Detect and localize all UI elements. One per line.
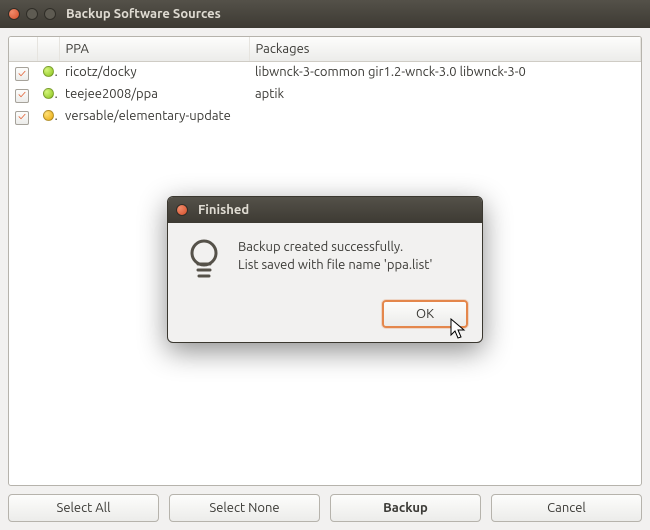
table-row[interactable]: ricotz/docky libwnck-3-common gir1.2-wnc… [9,61,641,83]
col-header-check[interactable] [9,37,37,61]
cell-ppa: versable/elementary-update [59,105,249,127]
window-title: Backup Software Sources [66,7,221,21]
backup-button[interactable]: Backup [330,494,481,522]
dialog-title: Finished [198,203,249,217]
cell-ppa: ricotz/docky [59,61,249,83]
main-titlebar: Backup Software Sources [0,0,650,28]
window-minimize-icon[interactable] [26,8,38,20]
finished-dialog: Finished Backup created successfully. Li… [167,196,483,343]
table-row[interactable]: teejee2008/ppa aptik [9,83,641,105]
cell-ppa: teejee2008/ppa [59,83,249,105]
col-header-packages[interactable]: Packages [249,37,641,61]
status-dot-icon [43,66,54,77]
window-maximize-icon[interactable] [44,8,56,20]
table-body: ricotz/docky libwnck-3-common gir1.2-wnc… [9,61,641,127]
cell-packages: aptik [249,83,641,105]
status-dot-icon [43,110,54,121]
status-dot-icon [43,88,54,99]
dialog-titlebar: Finished [168,197,482,223]
select-none-button[interactable]: Select None [169,494,320,522]
row-checkbox[interactable] [15,111,29,125]
col-header-status[interactable] [37,37,59,61]
dialog-message-line1: Backup created successfully. [238,239,432,257]
row-checkbox[interactable] [15,67,29,81]
action-bar: Select All Select None Backup Cancel [8,486,642,522]
col-header-ppa[interactable]: PPA [59,37,249,61]
cell-packages [249,105,641,127]
cancel-button[interactable]: Cancel [491,494,642,522]
cell-packages: libwnck-3-common gir1.2-wnck-3.0 libwnck… [249,61,641,83]
ok-button[interactable]: OK [382,300,468,328]
window-controls [8,8,56,20]
window-close-icon[interactable] [8,8,20,20]
select-all-button[interactable]: Select All [8,494,159,522]
dialog-message: Backup created successfully. List saved … [238,237,432,288]
dialog-window-controls [176,204,188,216]
dialog-close-icon[interactable] [176,204,188,216]
row-checkbox[interactable] [15,89,29,103]
dialog-message-line2: List saved with file name 'ppa.list' [238,257,432,275]
table-header-row: PPA Packages [9,37,641,61]
table-row[interactable]: versable/elementary-update [9,105,641,127]
tip-bulb-icon [184,237,224,288]
